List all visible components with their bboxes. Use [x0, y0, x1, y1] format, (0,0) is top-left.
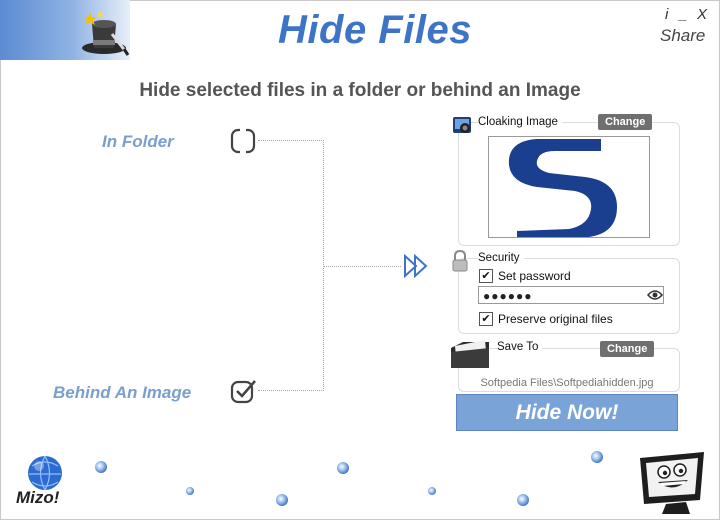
globe-icon	[28, 455, 62, 491]
cloaking-change-button[interactable]: Change	[598, 114, 653, 130]
preserve-files-checkbox[interactable]: ✔	[479, 312, 493, 326]
brand-logo-text: Mizo!	[16, 488, 60, 507]
cloaking-image-icon	[453, 117, 471, 133]
save-path-text: Softpedia Files\Softpediahidden.jpg	[480, 377, 654, 389]
decorative-dot	[186, 487, 194, 495]
set-password-checkbox[interactable]: ✔	[479, 269, 493, 283]
decorative-dot	[337, 462, 349, 474]
preserve-files-label: Preserve original files	[498, 312, 613, 326]
behind-image-label[interactable]: Behind An Image	[53, 383, 191, 403]
info-button[interactable]: i	[665, 6, 668, 23]
hide-now-button[interactable]: Hide Now!	[456, 394, 678, 431]
save-to-title: Save To	[497, 341, 543, 353]
decorative-dot	[95, 461, 107, 473]
smiley-monitor-icon	[640, 452, 704, 514]
save-to-change-button[interactable]: Change	[600, 341, 655, 357]
fast-forward-icon	[404, 254, 428, 278]
page-title: Hide Files	[278, 8, 472, 52]
eye-icon[interactable]	[647, 289, 663, 301]
cloaking-image-preview	[488, 136, 650, 238]
password-field[interactable]: ●●●●●●	[478, 286, 664, 304]
decorative-dot	[591, 451, 603, 463]
set-password-label: Set password	[498, 269, 571, 283]
connector-line	[323, 266, 401, 267]
folder-icon	[451, 340, 489, 368]
cloaking-image-title: Cloaking Image	[478, 116, 562, 128]
magic-hat-icon	[82, 10, 130, 56]
connector-line	[258, 390, 324, 391]
decorative-dot	[428, 487, 436, 495]
decorative-dot	[276, 494, 288, 506]
padlock-icon	[452, 250, 468, 272]
page-subtitle: Hide selected files in a folder or behin…	[139, 80, 581, 101]
in-folder-checkbox[interactable]	[230, 128, 256, 154]
connector-line	[258, 140, 324, 141]
minimize-button[interactable]: _	[679, 6, 687, 23]
behind-image-checkbox[interactable]	[230, 378, 256, 404]
decorative-dot	[517, 494, 529, 506]
share-button[interactable]: Share	[660, 26, 705, 46]
close-button[interactable]: X	[697, 6, 707, 23]
security-title: Security	[478, 252, 524, 264]
in-folder-label[interactable]: In Folder	[102, 132, 174, 152]
